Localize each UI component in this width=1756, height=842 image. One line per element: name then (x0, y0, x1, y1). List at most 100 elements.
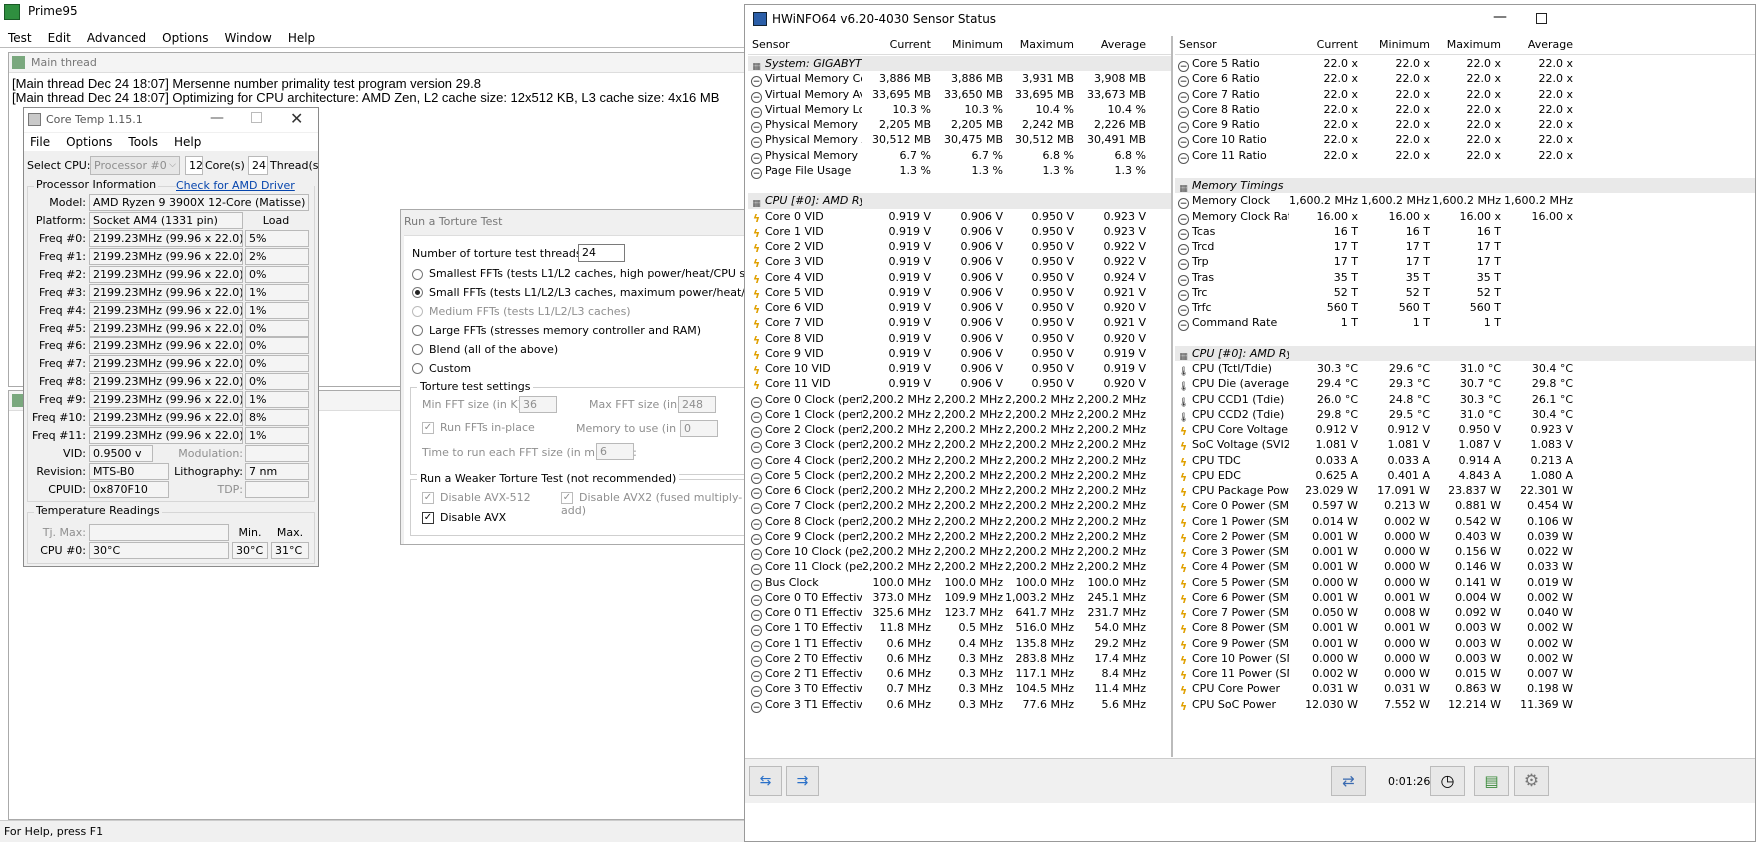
sensor-row[interactable]: −Core 4 Clock (perf ...2,200.2 MHz2,200.… (748, 453, 1171, 469)
sensor-row[interactable]: −Core 10 Clock (perf...2,200.2 MHz2,200.… (748, 544, 1171, 560)
sensor-row[interactable]: − Tcas 16 T 16 T 16 T (1175, 224, 1755, 240)
sensor-row[interactable]: ϟCore 7 Power (SMU) 0.050 W 0.008 W 0.092 W… (1175, 605, 1755, 620)
menu-advanced[interactable]: Advanced (79, 29, 154, 47)
select-cpu-dropdown[interactable]: Processor #0 ⌵ (90, 156, 180, 175)
hwinfo-left-body[interactable]: ▦System: GIGABYTE ...−Virtual Memory Com… (748, 56, 1171, 756)
sensor-row[interactable]: −Core 5 Clock (perf ...2,200.2 MHz2,200.… (748, 468, 1171, 484)
sensor-row[interactable]: ϟCore 3 Power (SMU) 0.001 W 0.000 W 0.156 W… (1175, 544, 1755, 559)
sensor-row[interactable]: − Trfc 560 T 560 T 560 T (1175, 300, 1755, 316)
sensor-row[interactable]: −Physical Memory Av... 30,512 MB 30,475 MB… (748, 132, 1171, 149)
sensor-group-row[interactable]: ▦CPU [#0]: AMD Ryz... (748, 193, 1171, 209)
sensor-row[interactable]: ϟ Core 4 VID 0.919 V 0.906 V 0.950 V 0.924 V (748, 270, 1171, 285)
sensor-row[interactable]: ϟ CPU EDC 0.625 A 0.401 A 4.843 A 1.080 A (1175, 468, 1755, 483)
sensor-row[interactable]: −Core 3 T1 Effective... 0.6 MHz 0.3 MHz 77.… (748, 697, 1171, 713)
hwinfo-right-body[interactable]: − Core 5 Ratio 22.0 x 22.0 x 22.0 x 22.0 x − Co… (1175, 56, 1755, 756)
sensor-row[interactable]: −Core 1 T1 Effective... 0.6 MHz 0.4 MHz 135… (748, 636, 1171, 652)
torture-option-radio[interactable]: Large FFTs (stresses memory controller a… (412, 324, 701, 337)
sensor-row[interactable]: − Core 5 Ratio 22.0 x 22.0 x 22.0 x 22.0 x (1175, 56, 1755, 72)
sensor-row[interactable]: ϟCPU Package Powe... 23.029 W 17.091 W 23.8… (1175, 483, 1755, 498)
sensor-row[interactable]: − Page File Usage 1.3 % 1.3 % 1.3 % 1.3 % (748, 163, 1171, 179)
sensor-row[interactable]: ϟ Core 11 VID 0.919 V 0.906 V 0.950 V 0.920 V (748, 376, 1171, 391)
sensor-row[interactable]: −Core 0 T1 Effective... 325.6 MHz 123.7 MH… (748, 605, 1171, 621)
disable-avx2-checkbox[interactable]: ✓ Disable AVX2 (fused multiply-add) (561, 491, 751, 517)
sensor-row[interactable]: −Core 3 Clock (perf ...2,200.2 MHz2,200.… (748, 437, 1171, 454)
min-fft-input[interactable]: 36 (519, 396, 557, 413)
sensor-row[interactable]: − Core 7 Ratio 22.0 x 22.0 x 22.0 x 22.0 x (1175, 87, 1755, 103)
sensor-row[interactable]: − Core 8 Ratio 22.0 x 22.0 x 22.0 x 22.0 x (1175, 102, 1755, 118)
disable-avx-checkbox[interactable]: ✓ Disable AVX (422, 511, 506, 524)
sensor-row[interactable]: −Core 3 T0 Effective... 0.7 MHz 0.3 MHz 104… (748, 681, 1171, 698)
sensor-row[interactable]: − Core 9 Ratio 22.0 x 22.0 x 22.0 x 22.0 x (1175, 117, 1755, 133)
sensor-row[interactable]: −Core 2 T1 Effective... 0.6 MHz 0.3 MHz 117… (748, 666, 1171, 682)
hwinfo-titlebar[interactable]: HWiNFO64 v6.20-4030 Sensor Status — (745, 5, 1755, 32)
sensor-group-row[interactable]: ▦ Memory Timings (1175, 178, 1755, 194)
coretemp-titlebar[interactable]: Core Temp 1.15.1 — ✕ (24, 108, 318, 132)
sensor-row[interactable]: ϟCPU Core Voltage (... 0.912 V 0.912 V 0.95… (1175, 422, 1755, 437)
sensor-row[interactable]: ϟCore 11 Power (SMU) 0.002 W 0.000 W 0.015 … (1175, 666, 1755, 681)
prime95-titlebar[interactable]: Prime95 (0, 0, 748, 24)
sensor-row[interactable]: − Tras 35 T 35 T 35 T (1175, 270, 1755, 286)
sensor-row[interactable]: − Core 10 Ratio 22.0 x 22.0 x 22.0 x 22.0 x (1175, 132, 1755, 149)
hwinfo-minimize-icon[interactable]: — (1493, 9, 1507, 25)
hwinfo-maximize-icon[interactable] (1536, 13, 1547, 24)
sensor-row[interactable]: ϟCore 9 Power (SMU) 0.001 W 0.000 W 0.003 W… (1175, 636, 1755, 651)
sensor-row[interactable]: ϟ Core 3 VID 0.919 V 0.906 V 0.950 V 0.922 V (748, 254, 1171, 269)
menu-help[interactable]: Help (280, 29, 323, 47)
sensor-row[interactable]: −Core 7 Clock (perf ...2,200.2 MHz2,200.… (748, 498, 1171, 515)
coretemp-maximize-icon[interactable] (251, 112, 262, 123)
sensor-row[interactable]: ϟ Core 6 VID 0.919 V 0.906 V 0.950 V 0.920 V (748, 300, 1171, 315)
col-minimum-r[interactable]: Minimum (1361, 36, 1430, 54)
sensor-row[interactable]: ϟ Core 7 VID 0.919 V 0.906 V 0.950 V 0.921 V (748, 315, 1171, 330)
menu-edit[interactable]: Edit (40, 29, 79, 47)
threads-count-input[interactable]: 24 (578, 244, 625, 262)
torture-titlebar[interactable]: Run a Torture Test (401, 210, 751, 234)
col-maximum[interactable]: Maximum (1005, 36, 1074, 54)
col-average[interactable]: Average (1077, 36, 1146, 54)
sensor-row[interactable]: ϟCore 8 Power (SMU) 0.001 W 0.001 W 0.003 W… (1175, 620, 1755, 635)
sensor-row[interactable]: − Trc 52 T 52 T 52 T (1175, 285, 1755, 301)
sensor-row[interactable]: − Command Rate 1 T 1 T 1 T (1175, 315, 1755, 332)
sensor-row[interactable]: −Core 6 Clock (perf ...2,200.2 MHz2,200.… (748, 483, 1171, 499)
col-current-r[interactable]: Current (1289, 36, 1358, 54)
sensor-row[interactable]: ϟ Core 10 VID 0.919 V 0.906 V 0.950 V 0.919 V (748, 361, 1171, 376)
sensor-row[interactable]: −Core 9 Clock (perf ...2,200.2 MHz2,200.… (748, 529, 1171, 545)
sensor-row[interactable]: −Core 2 Clock (perf ...2,200.2 MHz2,200.… (748, 422, 1171, 438)
ct-menu-file[interactable]: File (24, 133, 58, 151)
main-thread-titlebar[interactable]: Main thread (9, 53, 749, 73)
col-sensor-r[interactable]: Sensor (1179, 36, 1289, 54)
coretemp-minimize-icon[interactable]: — (210, 110, 224, 126)
sensor-row[interactable]: ϟSoC Voltage (SVI2 ... 1.081 V 1.081 V 1.08… (1175, 437, 1755, 452)
sensor-row[interactable]: ϟCore 10 Power (SMU) 0.000 W 0.000 W 0.003 … (1175, 651, 1755, 666)
sensor-row[interactable]: − Memory Clock 1,600.2 MHz 1,600.2 MHz 1,600… (1175, 193, 1755, 210)
sensor-row[interactable]: −Core 11 Clock (perf...2,200.2 MHz2,200.… (748, 559, 1171, 576)
nav-left-arrows-icon[interactable]: ⇆ (749, 766, 782, 796)
torture-option-radio[interactable]: Small FFTs (tests L1/L2/L3 caches, maxim… (412, 286, 751, 299)
ct-menu-tools[interactable]: Tools (120, 133, 166, 151)
sensor-row[interactable]: ϟ Core 8 VID 0.919 V 0.906 V 0.950 V 0.920 V (748, 331, 1171, 346)
sensor-row[interactable]: − Core 11 Ratio 22.0 x 22.0 x 22.0 x 22.0 x (1175, 148, 1755, 164)
sensor-row[interactable]: ϟCore 0 Power (SMU) 0.597 W 0.213 W 0.881 W… (1175, 498, 1755, 513)
ct-menu-options[interactable]: Options (58, 133, 120, 151)
sensor-row[interactable]: ϟ Core 0 VID 0.919 V 0.906 V 0.950 V 0.923 V (748, 209, 1171, 224)
menu-window[interactable]: Window (216, 29, 279, 47)
torture-option-radio[interactable]: Custom (412, 362, 471, 375)
run-inplace-checkbox[interactable]: ✓ Run FFTs in-place (422, 421, 535, 434)
max-fft-input[interactable]: 248 (678, 396, 716, 413)
sensor-row[interactable]: 🌡 CPU CCD1 (Tdie) 26.0 °C 24.8 °C 30.3 °C 26.… (1175, 392, 1755, 408)
sensor-row[interactable]: ϟ CPU TDC 0.033 A 0.033 A 0.914 A 0.213 A (1175, 453, 1755, 468)
sensor-row[interactable]: ϟCore 1 Power (SMU) 0.014 W 0.002 W 0.542 W… (1175, 514, 1755, 529)
report-icon[interactable]: ▤ (1474, 766, 1509, 796)
memory-input[interactable]: 0 (680, 420, 718, 437)
network-icon[interactable]: ⇄ (1331, 766, 1366, 796)
gear-icon[interactable]: ⚙ (1514, 766, 1549, 796)
sensor-row[interactable]: ϟ Core 5 VID 0.919 V 0.906 V 0.950 V 0.921 V (748, 285, 1171, 300)
sensor-row[interactable]: −Core 0 Clock (perf ...2,200.2 MHz2,200.… (748, 392, 1171, 408)
sensor-row[interactable]: ϟCore 6 Power (SMU) 0.001 W 0.001 W 0.004 W… (1175, 590, 1755, 605)
sensor-row[interactable]: ϟ Core 2 VID 0.919 V 0.906 V 0.950 V 0.922 V (748, 239, 1171, 254)
sensor-group-row[interactable]: ▦CPU [#0]: AMD Ryz... (1175, 345, 1755, 362)
sensor-row[interactable]: ϟ Core 9 VID 0.919 V 0.906 V 0.950 V 0.919 V (748, 346, 1171, 361)
sensor-group-row[interactable]: ▦System: GIGABYTE ... (748, 56, 1171, 72)
col-maximum-r[interactable]: Maximum (1432, 36, 1501, 54)
sensor-row[interactable]: − Trp 17 T 17 T 17 T (1175, 254, 1755, 271)
sensor-row[interactable]: −Memory Clock Ratio 16.00 x 16.00 x 16.00 x… (1175, 209, 1755, 225)
